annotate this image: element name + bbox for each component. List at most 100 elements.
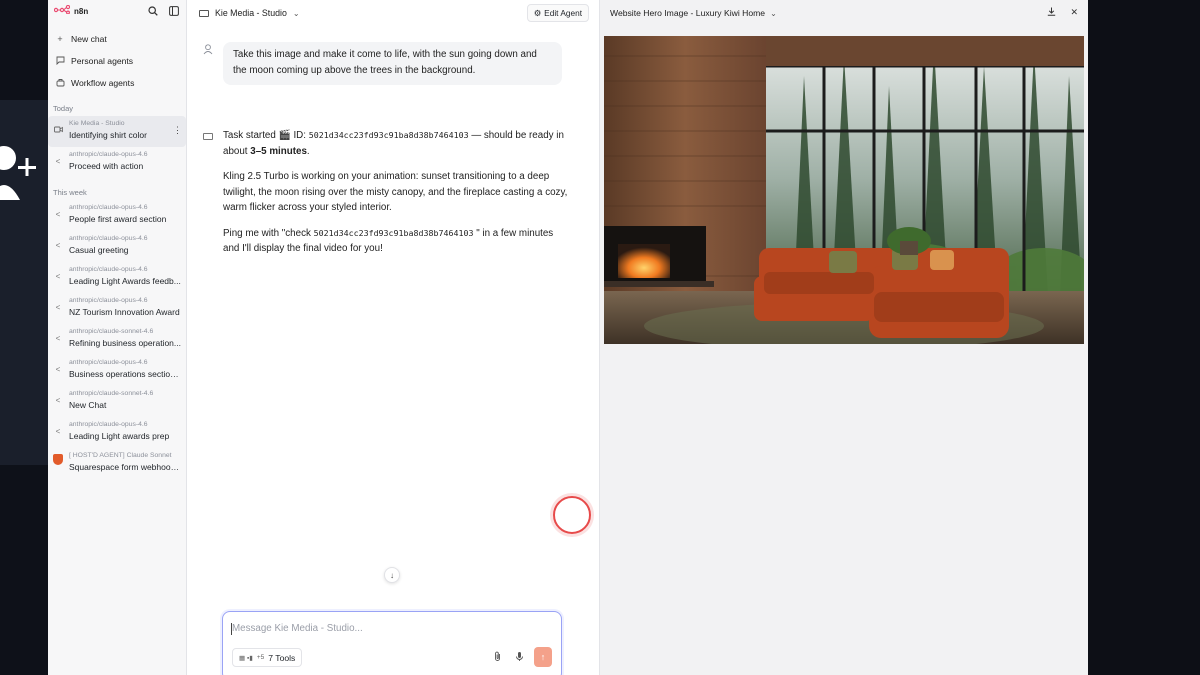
chat-item-agent: anthropic/claude-opus-4.6	[69, 151, 148, 158]
chat-item-title: Casual greeting	[69, 245, 129, 255]
app-window: n8n + New chat Personal agents Workflow …	[48, 0, 1088, 675]
agent-selector[interactable]: Kie Media - Studio	[215, 8, 287, 18]
chat-item[interactable]: < anthropic/claude-opus-4.6 People first…	[48, 200, 186, 231]
chat-item-meta: anthropic/claude-sonnet-4.6 Refining bus…	[69, 327, 181, 350]
chat-item-agent: anthropic/claude-opus-4.6	[69, 235, 148, 242]
plus-icon: +	[57, 34, 63, 44]
chat-item-identifying-shirt-color[interactable]: Kie Media - Studio Identifying shirt col…	[48, 116, 186, 147]
paperclip-icon[interactable]	[493, 651, 502, 665]
new-chat-button[interactable]: + New chat	[48, 28, 186, 50]
sidebar-toggle-icon[interactable]	[168, 5, 180, 17]
chat-item[interactable]: < anthropic/claude-opus-4.6 Business ope…	[48, 355, 186, 386]
workflow-agents-label: Workflow agents	[71, 78, 135, 88]
personal-agents-link[interactable]: Personal agents	[48, 50, 186, 72]
send-button[interactable]: ↑	[534, 647, 552, 667]
hero-image	[604, 36, 1084, 344]
user-message: Take this image and make it come to life…	[223, 42, 562, 85]
share-icon: <	[55, 157, 61, 166]
chat-item-agent: anthropic/claude-sonnet-4.6	[69, 328, 154, 335]
download-icon[interactable]	[1047, 7, 1056, 18]
text-caret	[231, 623, 232, 635]
chat-item-title: Squarespace form webhook...	[69, 462, 181, 472]
chat-item-meta: anthropic/claude-opus-4.6 People first a…	[69, 203, 181, 226]
chat-item[interactable]: [ HOST'D AGENT] Claude Sonnet Squarespac…	[48, 448, 186, 479]
user-message-row: Take this image and make it come to life…	[203, 42, 562, 85]
assistant-message: Task started 🎬 ID: 5021d34cc23fd93c91ba8…	[223, 128, 568, 267]
video-icon	[53, 126, 63, 135]
workflow-agents-link[interactable]: Workflow agents	[48, 72, 186, 94]
share-icon: <	[55, 303, 61, 312]
chat-item-agent: anthropic/claude-opus-4.6	[69, 204, 148, 211]
chat-item[interactable]: < anthropic/claude-opus-4.6 Casual greet…	[48, 231, 186, 262]
tools-button[interactable]: ▦ ▪▮ +5 7 Tools	[232, 648, 303, 667]
section-this-week: This week	[53, 188, 87, 197]
tools-extra-count: +5	[256, 654, 265, 661]
shield-icon	[53, 454, 63, 465]
arrow-down-icon: ↓	[390, 570, 394, 580]
chat-item-meta: anthropic/claude-sonnet-4.6 New Chat	[69, 389, 181, 412]
tools-label: 7 Tools	[268, 652, 296, 663]
ping-id: 5021d34cc23fd93c91ba8d38b7464103	[313, 227, 474, 238]
share-icon: <	[55, 241, 61, 250]
animation-paragraph: Kling 2.5 Turbo is working on your anima…	[223, 171, 568, 213]
edit-agent-button[interactable]: ⚙ Edit Agent	[526, 4, 589, 22]
chat-item-title: Refining business operation...	[69, 338, 181, 348]
chat-item-agent: anthropic/claude-opus-4.6	[69, 297, 148, 304]
chat-item-title: People first award section	[69, 214, 167, 224]
chevron-down-icon[interactable]: ⌄	[293, 9, 300, 18]
tools-icons: ▦ ▪▮	[239, 654, 253, 662]
chat-item-meta: anthropic/claude-opus-4.6 NZ Tourism Inn…	[69, 296, 181, 319]
chat-panel: Kie Media - Studio ⌄ ⚙ Edit Agent Take t…	[187, 0, 599, 675]
chat-item[interactable]: < anthropic/claude-opus-4.6 Leading Ligh…	[48, 417, 186, 448]
chat-item-title: Business operations section ...	[69, 369, 181, 379]
chevron-down-icon[interactable]: ⌄	[770, 9, 777, 18]
message-input[interactable]	[232, 623, 512, 634]
chat-item-title: New Chat	[69, 400, 107, 410]
chat-item-agent: anthropic/claude-sonnet-4.6	[69, 390, 154, 397]
add-user-icon	[0, 140, 40, 210]
chat-item[interactable]: < anthropic/claude-opus-4.6 Leading Ligh…	[48, 262, 186, 293]
microphone-icon[interactable]	[515, 651, 524, 665]
chat-item-meta: [ HOST'D AGENT] Claude Sonnet Squarespac…	[69, 451, 181, 474]
chat-item[interactable]: < anthropic/claude-sonnet-4.6 Refining b…	[48, 324, 186, 355]
chat-item-title: Identifying shirt color	[69, 130, 147, 140]
share-icon: <	[55, 272, 61, 281]
chat-item[interactable]: < anthropic/claude-sonnet-4.6 New Chat	[48, 386, 186, 417]
sidebar: n8n + New chat Personal agents Workflow …	[48, 0, 187, 675]
edit-agent-label: Edit Agent	[544, 8, 582, 18]
assistant-message-row: Task started 🎬 ID: 5021d34cc23fd93c91ba8…	[203, 128, 568, 267]
chat-item[interactable]: < anthropic/claude-opus-4.6 NZ Tourism I…	[48, 293, 186, 324]
preview-panel: Website Hero Image - Luxury Kiwi Home ⌄ …	[599, 0, 1088, 675]
search-icon[interactable]	[147, 5, 159, 17]
video-icon	[203, 133, 213, 140]
preview-actions: ✕	[1047, 7, 1078, 18]
chat-item-meta: Kie Media - Studio Identifying shirt col…	[69, 119, 181, 142]
section-today: Today	[53, 104, 74, 113]
chat-item-agent: anthropic/claude-opus-4.6	[69, 421, 148, 428]
eta: 3–5 minutes	[250, 145, 307, 157]
chat-item-meta: anthropic/claude-opus-4.6 Leading Light …	[69, 420, 181, 443]
user-avatar-icon	[203, 44, 213, 85]
share-icon: <	[55, 334, 61, 343]
more-options-icon[interactable]: ⋮	[173, 125, 182, 136]
new-chat-label: New chat	[71, 34, 107, 44]
chat-item-agent: anthropic/claude-opus-4.6	[69, 359, 148, 366]
chat-item-title: NZ Tourism Innovation Award	[69, 307, 180, 317]
scroll-down-button[interactable]: ↓	[384, 567, 400, 583]
message-composer: ▦ ▪▮ +5 7 Tools ↑	[222, 611, 562, 675]
chat-item-agent: anthropic/claude-opus-4.6	[69, 266, 148, 273]
ping-prefix: Ping me with "check	[223, 227, 311, 239]
chat-item-meta: anthropic/claude-opus-4.6 Business opera…	[69, 358, 181, 381]
chat-item-meta: anthropic/claude-opus-4.6 Casual greetin…	[69, 234, 181, 257]
video-icon	[199, 9, 209, 17]
chat-item-title: Proceed with action	[69, 161, 144, 171]
logo-text: n8n	[74, 6, 89, 16]
chat-item-title: Leading Light awards prep	[69, 431, 170, 441]
chat-item-title: Leading Light Awards feedb...	[69, 276, 181, 286]
close-icon[interactable]: ✕	[1070, 7, 1078, 18]
arrow-up-icon: ↑	[540, 652, 546, 662]
preview-title[interactable]: Website Hero Image - Luxury Kiwi Home	[610, 8, 765, 18]
share-icon: <	[55, 396, 61, 405]
chat-item-proceed-with-action[interactable]: < anthropic/claude-opus-4.6 Proceed with…	[48, 147, 186, 178]
task-period: .	[306, 145, 310, 157]
